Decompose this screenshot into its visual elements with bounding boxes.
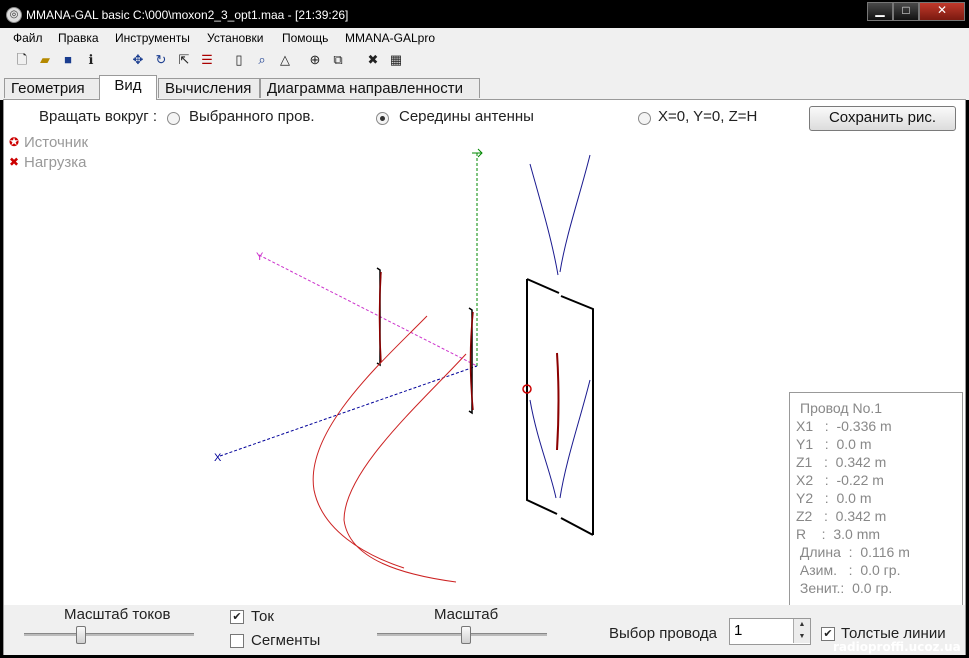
wire-info-z2: Z2 : 0.342 m xyxy=(796,508,887,524)
bottom-controls: Масштаб токов ✔ Ток Сегменты Масштаб Выб… xyxy=(4,605,965,655)
scale-label: Масштаб xyxy=(434,606,499,623)
x-axis xyxy=(258,254,478,367)
y-axis-label: X xyxy=(214,452,222,464)
tab-strip: Геометрия Вид Вычисления Диаграмма напра… xyxy=(0,74,969,100)
loupe-icon[interactable]: ⌕ xyxy=(254,52,270,68)
close-button[interactable]: ✕ xyxy=(919,2,965,21)
wire-info-y1: Y1 : 0.0 m xyxy=(796,436,872,452)
save-icon[interactable]: ■ xyxy=(60,52,76,68)
wire-info-box: Провод No.1 X1 : -0.336 m Y1 : 0.0 m Z1 … xyxy=(789,392,963,606)
moxon-current-bottom-right xyxy=(559,379,591,499)
view-panel: Вращать вокруг : Выбранного пров. Середи… xyxy=(3,99,966,655)
current-checkbox[interactable]: ✔ xyxy=(230,610,244,624)
wire-info-z1: Z1 : 0.342 m xyxy=(796,454,887,470)
menu-bar: Файл Правка Инструменты Установки Помощь… xyxy=(0,28,969,48)
info-icon[interactable]: ℹ xyxy=(83,52,99,68)
segments-checkbox-label[interactable]: Сегменты xyxy=(251,632,320,649)
open-icon[interactable]: ▰ xyxy=(37,52,53,68)
wire-select-label: Выбор провода xyxy=(609,625,717,642)
scale-thumb[interactable] xyxy=(461,626,472,644)
moxon-current-center xyxy=(556,352,560,451)
wire-info-zenith: Зенит.: 0.0 гр. xyxy=(796,580,893,596)
wire-select-spinner[interactable]: 1 ▲ ▼ xyxy=(729,618,811,645)
title-bar: ◎ MMANA-GAL basic C:\000\moxon2_3_opt1.m… xyxy=(0,0,969,28)
target-icon[interactable]: ⊕ xyxy=(307,52,323,68)
calculator-icon[interactable]: ▦ xyxy=(388,52,404,68)
antenna-3d-view[interactable]: Y X xyxy=(4,100,784,605)
current-scale-label: Масштаб токов xyxy=(64,606,171,623)
wire-info-y2: Y2 : 0.0 m xyxy=(796,490,872,506)
minimize-button[interactable]: ▁ xyxy=(867,2,893,21)
wire-info-title: Провод No.1 xyxy=(800,400,883,416)
menu-tools[interactable]: Инструменты xyxy=(115,31,190,45)
menu-settings[interactable]: Установки xyxy=(207,31,263,45)
thick-lines-checkbox[interactable]: ✔ xyxy=(821,627,835,641)
triangle-icon[interactable]: △ xyxy=(277,52,293,68)
copy-icon[interactable]: ⧉ xyxy=(330,52,346,68)
tab-geometry[interactable]: Геометрия xyxy=(4,78,100,98)
toolbar: 🗋 ▰ ■ ℹ ✥ ↻ ⇱ ☰ ▯ ⌕ △ ⊕ ⧉ ✖ ▦ xyxy=(0,48,969,74)
y-axis xyxy=(219,365,478,457)
menu-file[interactable]: Файл xyxy=(13,31,43,45)
menu-help[interactable]: Помощь xyxy=(282,31,328,45)
spin-down-icon[interactable]: ▼ xyxy=(793,631,810,643)
rotate-icon[interactable]: ↻ xyxy=(153,52,169,68)
x-axis-label: Y xyxy=(256,251,264,263)
wire-edit-icon[interactable]: ☰ xyxy=(199,52,215,68)
save-picture-button[interactable]: Сохранить рис. xyxy=(809,106,956,131)
tab-pattern[interactable]: Диаграмма направленности xyxy=(260,78,480,98)
new-icon[interactable]: 🗋 xyxy=(14,52,30,68)
current-checkbox-label[interactable]: Ток xyxy=(251,608,274,625)
moxon-current-top-right xyxy=(559,154,591,273)
wire-info-x1: X1 : -0.336 m xyxy=(796,418,892,434)
window-title: MMANA-GAL basic C:\000\moxon2_3_opt1.maa… xyxy=(26,8,349,22)
resize-icon[interactable]: ⇱ xyxy=(176,52,192,68)
wire-info-radius: R : 3.0 mm xyxy=(796,526,881,542)
segments-checkbox[interactable] xyxy=(230,634,244,648)
move-icon[interactable]: ✥ xyxy=(130,52,146,68)
tools-icon[interactable]: ✖ xyxy=(365,52,381,68)
wire-info-x2: X2 : -0.22 m xyxy=(796,472,884,488)
watermark: radioproffi.ucoz.ua xyxy=(833,640,961,654)
wire-info-length: Длина : 0.116 m xyxy=(796,544,910,560)
wire-info-azimuth: Азим. : 0.0 гр. xyxy=(796,562,901,578)
current-scale-track[interactable] xyxy=(24,633,194,636)
current-scale-thumb[interactable] xyxy=(76,626,87,644)
maximize-button[interactable]: □ xyxy=(893,2,919,21)
moxon-current-top-left xyxy=(529,163,559,276)
menu-edit[interactable]: Правка xyxy=(58,31,99,45)
tab-calculations[interactable]: Вычисления xyxy=(158,78,260,98)
menu-pro[interactable]: MMANA-GALpro xyxy=(345,31,435,45)
wire-select-value[interactable]: 1 xyxy=(734,622,742,639)
tab-view[interactable]: Вид xyxy=(99,75,157,100)
moxon-current-bottom-left xyxy=(529,399,557,499)
app-icon[interactable]: ◎ xyxy=(6,7,22,23)
current-curve-2 xyxy=(343,353,467,583)
doc-icon[interactable]: ▯ xyxy=(231,52,247,68)
current-curve-1 xyxy=(312,315,428,569)
